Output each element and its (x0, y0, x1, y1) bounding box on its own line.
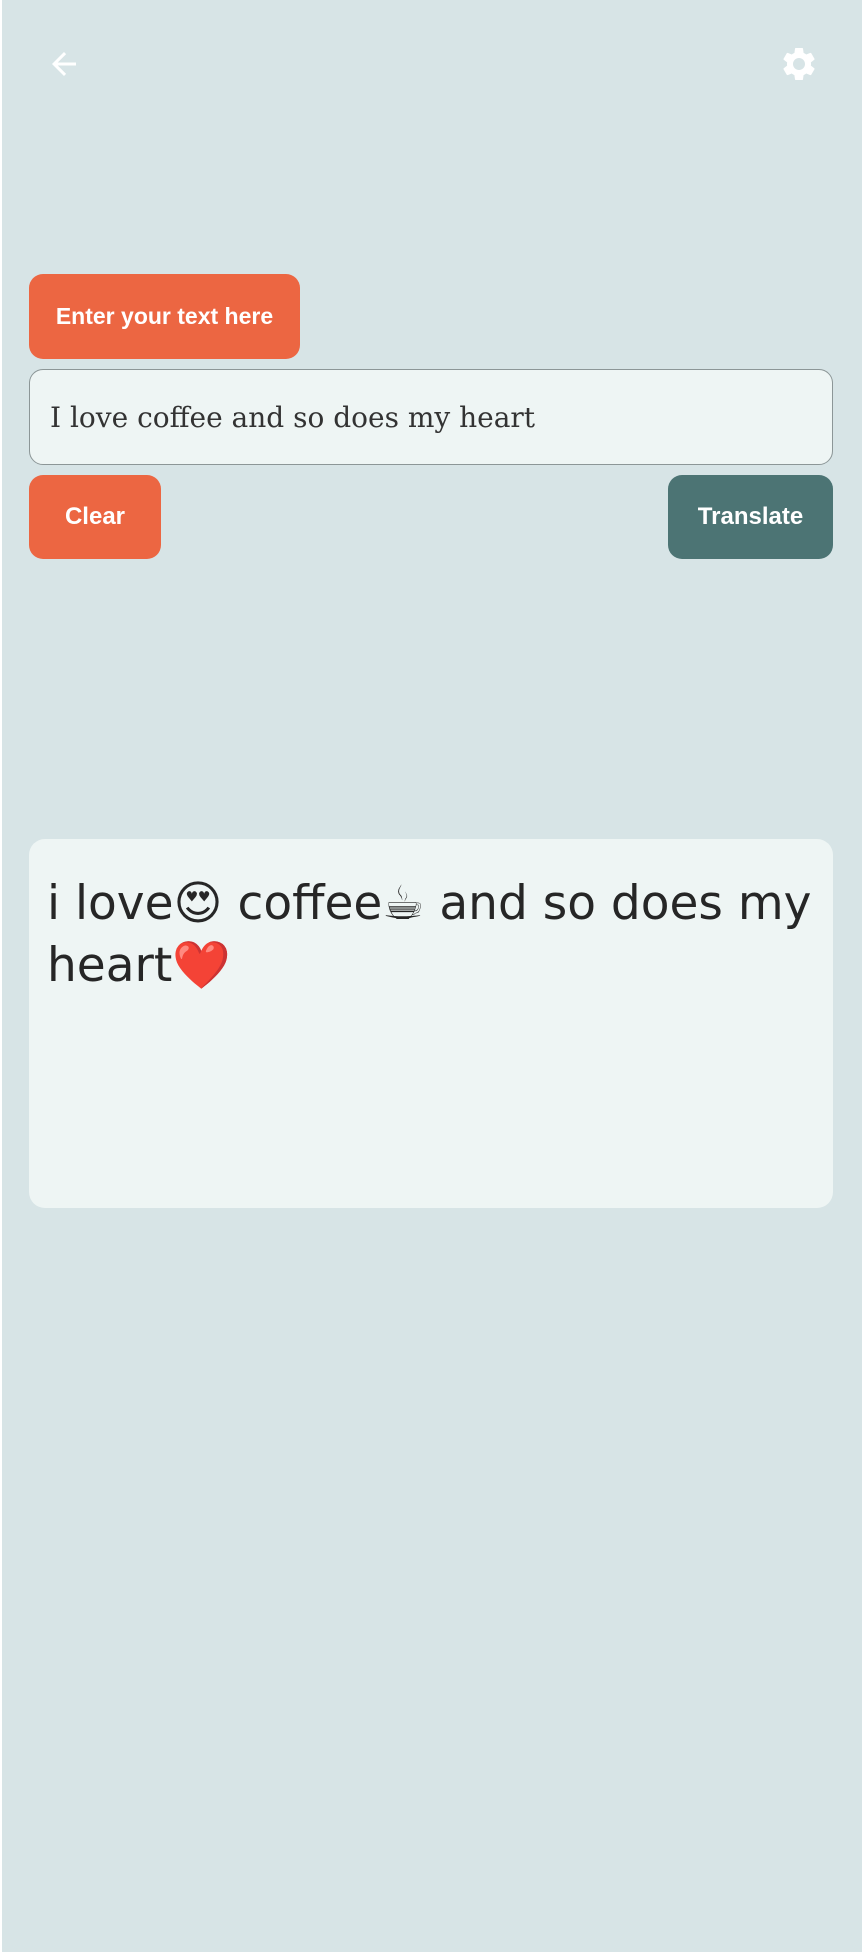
screen-edge (0, 0, 2, 1952)
text-input[interactable] (29, 369, 833, 465)
back-button[interactable] (34, 34, 94, 94)
gear-icon (783, 47, 815, 80)
input-prompt-label: Enter your text here (29, 274, 300, 359)
arrow-left-icon (52, 52, 76, 76)
settings-button[interactable] (769, 34, 829, 94)
translation-output-card: i love😍 coffee☕ and so does my heart❤️ (29, 839, 833, 1208)
translation-output-text: i love😍 coffee☕ and so does my heart❤️ (47, 876, 812, 993)
translate-button[interactable]: Translate (668, 475, 833, 559)
clear-button[interactable]: Clear (29, 475, 161, 559)
